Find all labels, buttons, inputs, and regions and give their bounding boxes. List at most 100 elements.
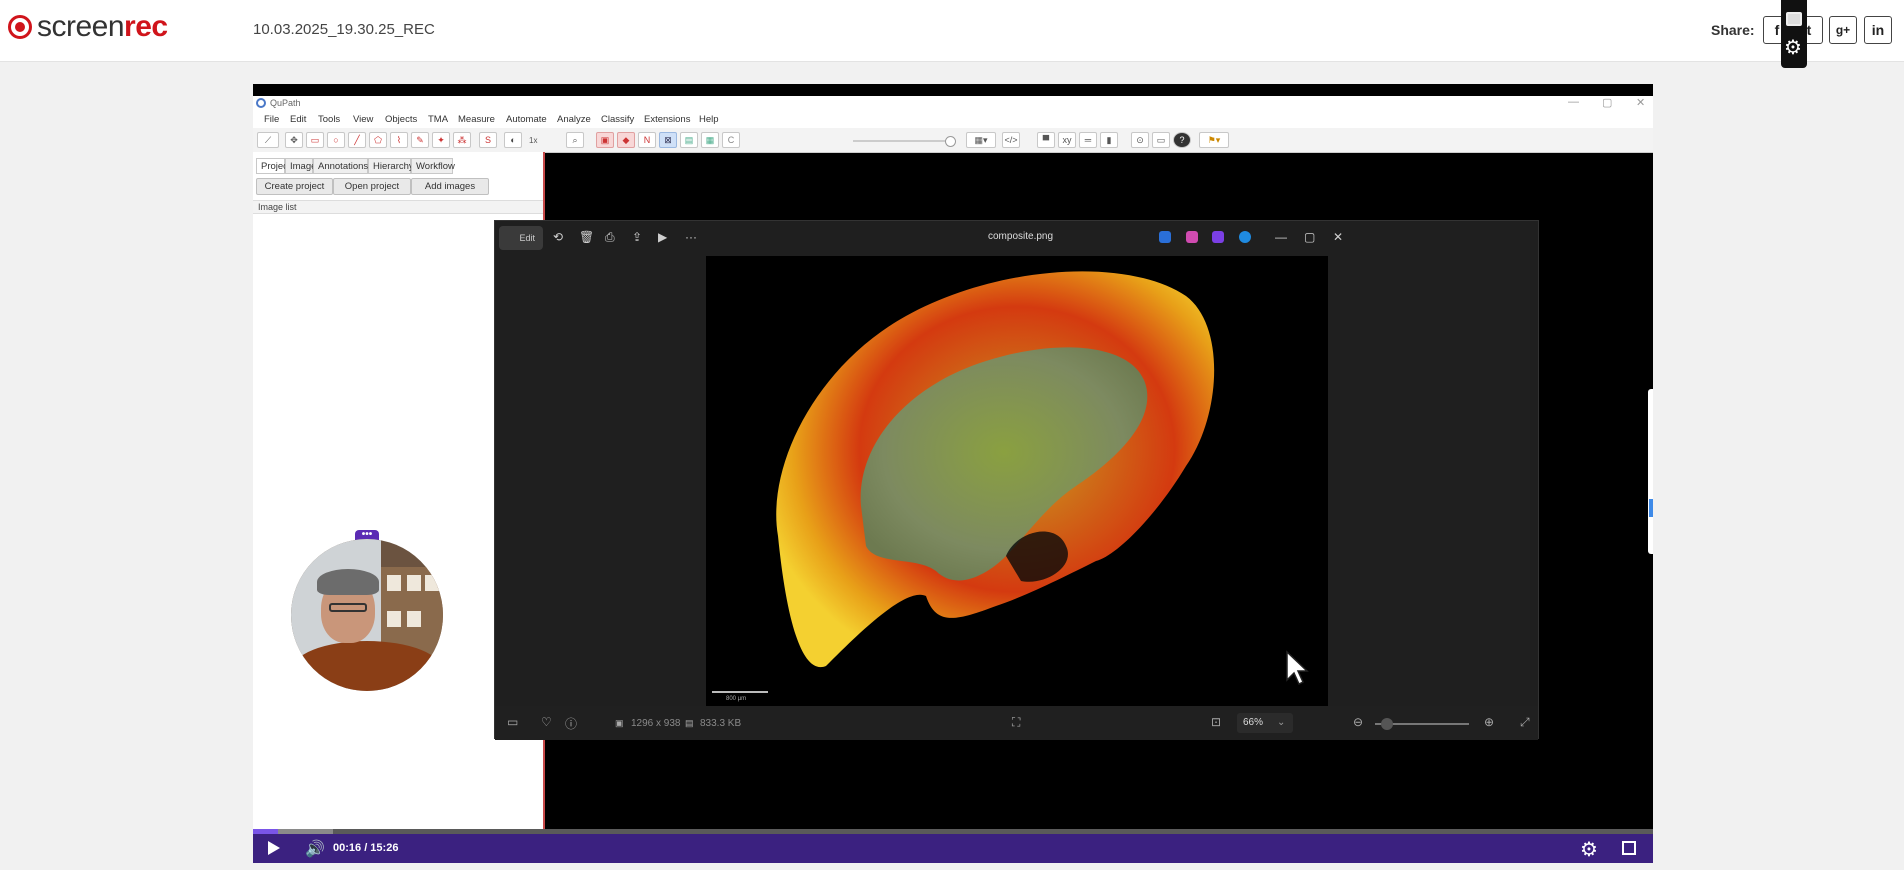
polyline-tool-icon[interactable]: ⌇ <box>390 132 408 148</box>
menu-extensions[interactable]: Extensions <box>644 114 690 125</box>
brightness-contrast-icon[interactable]: ◐ <box>504 132 522 148</box>
more-options-icon[interactable]: ··· <box>685 230 697 244</box>
scalebar-icon[interactable]: ═ <box>1079 132 1097 148</box>
fullscreen-expand-icon[interactable]: ⤢ <box>1520 715 1530 730</box>
filmstrip-icon[interactable]: ▭ <box>507 715 518 729</box>
measurement-icon[interactable]: ▮ <box>1100 132 1118 148</box>
photos-app-icon[interactable] <box>1212 231 1224 243</box>
record-icon <box>8 15 32 39</box>
side-tab[interactable] <box>1648 389 1653 554</box>
menu-view[interactable]: View <box>353 114 373 125</box>
tab-hierarchy[interactable]: Hierarchy <box>368 158 414 174</box>
settings-gear-icon[interactable]: ⚙ <box>1784 38 1802 58</box>
zoom-in-icon[interactable]: ⊕ <box>1484 715 1494 729</box>
menu-tools[interactable]: Tools <box>318 114 340 125</box>
menu-objects[interactable]: Objects <box>385 114 417 125</box>
overview-icon[interactable]: ▀ <box>1037 132 1055 148</box>
share-icon[interactable]: ⇪ <box>632 230 642 244</box>
script-editor-icon[interactable]: </> <box>1002 132 1020 148</box>
logo-text-rec: rec <box>124 10 168 43</box>
play-icon[interactable] <box>268 841 280 855</box>
menu-classify[interactable]: Classify <box>601 114 634 125</box>
rotate-icon[interactable]: ⟲ <box>553 230 563 244</box>
clipchamp-icon[interactable] <box>1186 231 1198 243</box>
favorite-icon[interactable]: ♡ <box>541 715 552 729</box>
show-detections-icon[interactable]: ▤ <box>680 132 698 148</box>
zoom-slider[interactable] <box>1375 718 1469 730</box>
tab-workflow[interactable]: Workflow <box>411 158 455 174</box>
screenshot-icon[interactable] <box>1786 12 1802 26</box>
kidney-section-graphic <box>776 271 1215 668</box>
volume-icon[interactable]: 🔊 <box>305 839 325 859</box>
zoom-dropdown[interactable]: 66% ⌄ <box>1237 713 1293 733</box>
print-icon[interactable]: ⎙ <box>605 230 615 245</box>
viewer-minimize-icon[interactable]: — <box>1275 230 1287 244</box>
zoom-to-fit-icon[interactable]: ⌕ <box>566 132 584 148</box>
create-project-button[interactable]: Create project <box>256 178 333 195</box>
points-tool-icon[interactable]: ⁂ <box>453 132 471 148</box>
actual-size-icon[interactable]: ⛶ <box>1012 715 1020 730</box>
qupath-app-icon <box>256 98 266 108</box>
opacity-slider[interactable] <box>853 136 956 147</box>
viewer-maximize-icon[interactable]: ▢ <box>1304 230 1315 244</box>
show-tma-icon[interactable]: ⊠ <box>659 132 677 148</box>
dimensions-icon: ▣ <box>615 718 624 728</box>
menu-file[interactable]: File <box>264 114 279 125</box>
grid-dropdown-icon[interactable]: ▦▾ <box>966 132 996 148</box>
menu-measure[interactable]: Measure <box>458 114 495 125</box>
kidney-composite-image[interactable]: 800 µm <box>706 256 1328 706</box>
googleplus-share-button[interactable]: g+ <box>1829 16 1857 44</box>
logo-text-screen: screen <box>37 10 125 43</box>
wand-tool-icon[interactable]: ✦ <box>432 132 450 148</box>
pan-tool-icon[interactable]: ✥ <box>285 132 303 148</box>
delete-icon[interactable]: 🗑 <box>579 230 594 244</box>
location-icon[interactable]: xy <box>1058 132 1076 148</box>
extension-dropdown-icon[interactable]: ⚑▾ <box>1199 132 1229 148</box>
ellipse-tool-icon[interactable]: ○ <box>327 132 345 148</box>
move-tool-icon[interactable]: ⟋ <box>257 132 279 148</box>
zoom-out-icon[interactable]: ⊖ <box>1353 715 1363 729</box>
show-names-icon[interactable]: N <box>638 132 656 148</box>
log-icon[interactable]: ▭ <box>1152 132 1170 148</box>
maximize-icon[interactable]: ▢ <box>1602 96 1612 109</box>
player-settings-icon[interactable]: ⚙ <box>1580 837 1598 862</box>
line-tool-icon[interactable]: ╱ <box>348 132 366 148</box>
selection-mode-icon[interactable]: S <box>479 132 497 148</box>
close-icon[interactable]: ✕ <box>1636 96 1645 109</box>
viewer-close-icon[interactable]: ✕ <box>1333 230 1343 244</box>
linkedin-share-button[interactable]: in <box>1864 16 1892 44</box>
onedrive-icon[interactable] <box>1239 231 1251 243</box>
help-icon[interactable]: ? <box>1173 132 1191 148</box>
video-player[interactable]: QuPath — ▢ ✕ File Edit Tools View Object… <box>253 84 1653 863</box>
edit-button[interactable]: Edit <box>499 226 543 250</box>
fullscreen-icon[interactable] <box>1622 841 1636 855</box>
designer-icon[interactable] <box>1159 231 1171 243</box>
webcam-bubble[interactable] <box>291 539 443 691</box>
fill-detections-icon[interactable]: ▦ <box>701 132 719 148</box>
brush-tool-icon[interactable]: ✎ <box>411 132 429 148</box>
tab-annotations[interactable]: Annotations <box>313 158 368 174</box>
polygon-tool-icon[interactable]: ⬠ <box>369 132 387 148</box>
menu-edit[interactable]: Edit <box>290 114 306 125</box>
tab-image[interactable]: Image <box>285 158 316 174</box>
show-connections-icon[interactable]: C <box>722 132 740 148</box>
add-images-button[interactable]: Add images <box>411 178 489 195</box>
screenrec-logo[interactable]: screen rec <box>8 10 168 43</box>
minimize-icon[interactable]: — <box>1568 96 1579 108</box>
show-annotations-icon[interactable]: ▣ <box>596 132 614 148</box>
recording-title: 10.03.2025_19.30.25_REC <box>253 21 435 38</box>
scale-bar <box>712 691 768 693</box>
info-icon[interactable]: ⓘ <box>565 715 577 732</box>
fit-window-icon[interactable]: ⊡ <box>1211 715 1221 729</box>
fill-annotations-icon[interactable]: ◆ <box>617 132 635 148</box>
open-project-button[interactable]: Open project <box>333 178 411 195</box>
menu-help[interactable]: Help <box>699 114 719 125</box>
pixel-classifier-icon[interactable]: ⊙ <box>1131 132 1149 148</box>
slideshow-icon[interactable]: ▶ <box>658 230 667 244</box>
menu-analyze[interactable]: Analyze <box>557 114 591 125</box>
menu-tma[interactable]: TMA <box>428 114 448 125</box>
qupath-menubar: File Edit Tools View Objects TMA Measure… <box>253 112 1653 129</box>
menu-automate[interactable]: Automate <box>506 114 547 125</box>
tab-project[interactable]: Project <box>256 158 291 174</box>
rectangle-tool-icon[interactable]: ▭ <box>306 132 324 148</box>
